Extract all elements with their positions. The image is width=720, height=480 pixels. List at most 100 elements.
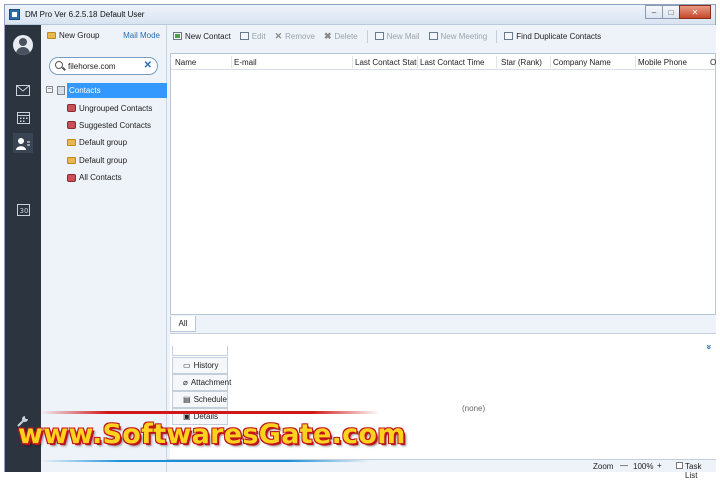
column-header-last-time[interactable]: Last Contact Time bbox=[420, 58, 498, 67]
new-group-label: New Group bbox=[59, 31, 100, 40]
edit-button[interactable]: Edit bbox=[239, 31, 266, 41]
new-mail-button[interactable]: New Mail bbox=[374, 31, 420, 41]
remove-icon: ✕ bbox=[274, 30, 283, 41]
column-divider[interactable] bbox=[635, 56, 636, 68]
new-contact-button[interactable]: New Contact bbox=[173, 32, 231, 41]
tree-item-label: Default group bbox=[79, 155, 128, 165]
tree-item-label: Default group bbox=[79, 138, 128, 148]
minimize-button[interactable]: – bbox=[645, 5, 663, 19]
mail-mode-link[interactable]: Mail Mode bbox=[123, 31, 160, 40]
zoom-value: 100% bbox=[633, 462, 654, 471]
tree-item-ungrouped[interactable]: Ungrouped Contacts bbox=[45, 99, 165, 116]
address-book-icon bbox=[57, 86, 65, 95]
folder-icon bbox=[67, 156, 76, 164]
tree-item-suggested[interactable]: Suggested Contacts bbox=[45, 117, 165, 134]
calendar-icon[interactable] bbox=[13, 107, 33, 127]
search-value: filehorse.com bbox=[68, 62, 116, 71]
column-divider[interactable] bbox=[352, 56, 353, 68]
tree-item-all-contacts[interactable]: All Contacts bbox=[45, 169, 165, 186]
zoom-label: Zoom bbox=[593, 462, 614, 471]
tab-all[interactable]: All bbox=[170, 316, 196, 332]
tree-toolbar: New Group Mail Mode bbox=[41, 25, 166, 47]
window-title: DM Pro Ver 6.2.5.18 bbox=[25, 10, 98, 19]
empty-placeholder: (none) bbox=[462, 404, 486, 413]
maximize-button[interactable]: □ bbox=[662, 5, 680, 19]
svg-text:30: 30 bbox=[19, 207, 28, 215]
avatar[interactable] bbox=[13, 35, 33, 55]
group-icon bbox=[67, 121, 76, 130]
filter-tabs: All bbox=[170, 316, 716, 332]
new-meeting-button[interactable]: New Meeting bbox=[428, 31, 488, 41]
column-divider[interactable] bbox=[417, 56, 418, 68]
new-meeting-icon bbox=[428, 32, 438, 40]
delete-label: Delete bbox=[334, 31, 358, 41]
chevron-down-icon[interactable]: » bbox=[704, 344, 714, 349]
nav-rail: 30 bbox=[5, 25, 41, 472]
column-header-other[interactable]: O bbox=[710, 58, 716, 67]
find-duplicates-icon bbox=[504, 32, 514, 40]
edit-label: Edit bbox=[251, 31, 266, 41]
tree-item-label: Suggested Contacts bbox=[79, 120, 152, 130]
app-window: DM Pro Ver 6.2.5.18 Default User – □ ✕ 3… bbox=[4, 4, 716, 480]
tab-schedule-label: Schedule bbox=[193, 395, 227, 404]
tab-attachment[interactable]: ⌀ Attachment bbox=[172, 374, 232, 391]
column-header-company[interactable]: Company Name bbox=[553, 58, 635, 67]
window-user: Default User bbox=[100, 10, 145, 19]
watermark-line-blue bbox=[40, 460, 370, 462]
column-header-mobile[interactable]: Mobile Phone bbox=[638, 58, 710, 67]
tab-history[interactable]: ▭ History bbox=[172, 357, 228, 374]
calendar-30-icon[interactable]: 30 bbox=[13, 200, 33, 220]
search-input[interactable]: filehorse.com ✕ bbox=[49, 57, 158, 75]
task-list-checkbox[interactable] bbox=[676, 462, 683, 469]
tab-attachment-label: Attachment bbox=[190, 378, 232, 387]
new-contact-label: New Contact bbox=[185, 31, 231, 41]
contact-tree: − Contacts Ungrouped Contacts Suggested … bbox=[45, 82, 167, 186]
zoom-in-button[interactable]: + bbox=[657, 461, 662, 470]
search-icon bbox=[55, 61, 63, 69]
detail-tab-spacer bbox=[172, 346, 228, 356]
folder-icon bbox=[47, 32, 56, 39]
tab-history-label: History bbox=[193, 361, 219, 370]
tree-item-default-group-2[interactable]: Default group bbox=[45, 152, 165, 169]
remove-button[interactable]: ✕ Remove bbox=[275, 31, 315, 42]
collapse-icon[interactable]: − bbox=[46, 86, 53, 93]
clear-search-icon[interactable]: ✕ bbox=[144, 60, 152, 71]
new-group-button[interactable]: New Group bbox=[47, 31, 99, 40]
toolbar-divider bbox=[366, 29, 368, 43]
contacts-icon[interactable] bbox=[13, 133, 33, 153]
new-meeting-label: New Meeting bbox=[440, 31, 488, 41]
delete-button[interactable]: ✖ Delete bbox=[324, 31, 358, 42]
find-duplicates-label: Find Duplicate Contacts bbox=[516, 31, 602, 41]
new-contact-icon bbox=[173, 32, 182, 40]
column-divider[interactable] bbox=[550, 56, 551, 68]
app-logo-icon bbox=[9, 9, 20, 20]
title-bar: DM Pro Ver 6.2.5.18 Default User – □ ✕ bbox=[5, 5, 715, 25]
paperclip-icon: ⌀ bbox=[183, 378, 188, 387]
column-divider[interactable] bbox=[496, 56, 497, 68]
zoom-out-button[interactable]: — bbox=[620, 461, 628, 470]
column-divider[interactable] bbox=[231, 56, 232, 68]
tree-item-default-group-1[interactable]: Default group bbox=[45, 134, 165, 151]
find-duplicates-button[interactable]: Find Duplicate Contacts bbox=[504, 32, 601, 41]
contacts-toolbar: New Contact Edit ✕ Remove ✖ Delete New M… bbox=[167, 25, 716, 47]
folder-icon bbox=[67, 139, 76, 147]
column-header-last-status[interactable]: Last Contact Status bbox=[355, 58, 417, 67]
main-area: New Contact Edit ✕ Remove ✖ Delete New M… bbox=[167, 25, 716, 480]
new-mail-label: New Mail bbox=[386, 31, 420, 41]
column-header-email[interactable]: E-mail bbox=[234, 58, 352, 67]
column-header-star[interactable]: Star (Rank) bbox=[501, 58, 551, 67]
group-icon bbox=[67, 104, 76, 113]
column-header-name[interactable]: Name bbox=[175, 58, 233, 67]
watermark-text: www.SoftwaresGate.com bbox=[18, 419, 406, 450]
schedule-icon: ▤ bbox=[183, 395, 191, 404]
task-list-label: Task List bbox=[685, 462, 702, 480]
mail-icon[interactable] bbox=[13, 80, 33, 100]
close-button[interactable]: ✕ bbox=[679, 5, 711, 19]
tab-schedule[interactable]: ▤ Schedule bbox=[172, 391, 228, 408]
delete-icon: ✖ bbox=[323, 30, 332, 41]
contact-tree-pane: New Group Mail Mode filehorse.com ✕ − Co… bbox=[41, 25, 167, 472]
remove-label: Remove bbox=[285, 31, 315, 41]
grid-header: Name E-mail Last Contact Status Last Con… bbox=[171, 54, 716, 70]
new-mail-icon bbox=[374, 32, 384, 40]
tree-root-contacts[interactable]: − Contacts bbox=[45, 82, 167, 99]
